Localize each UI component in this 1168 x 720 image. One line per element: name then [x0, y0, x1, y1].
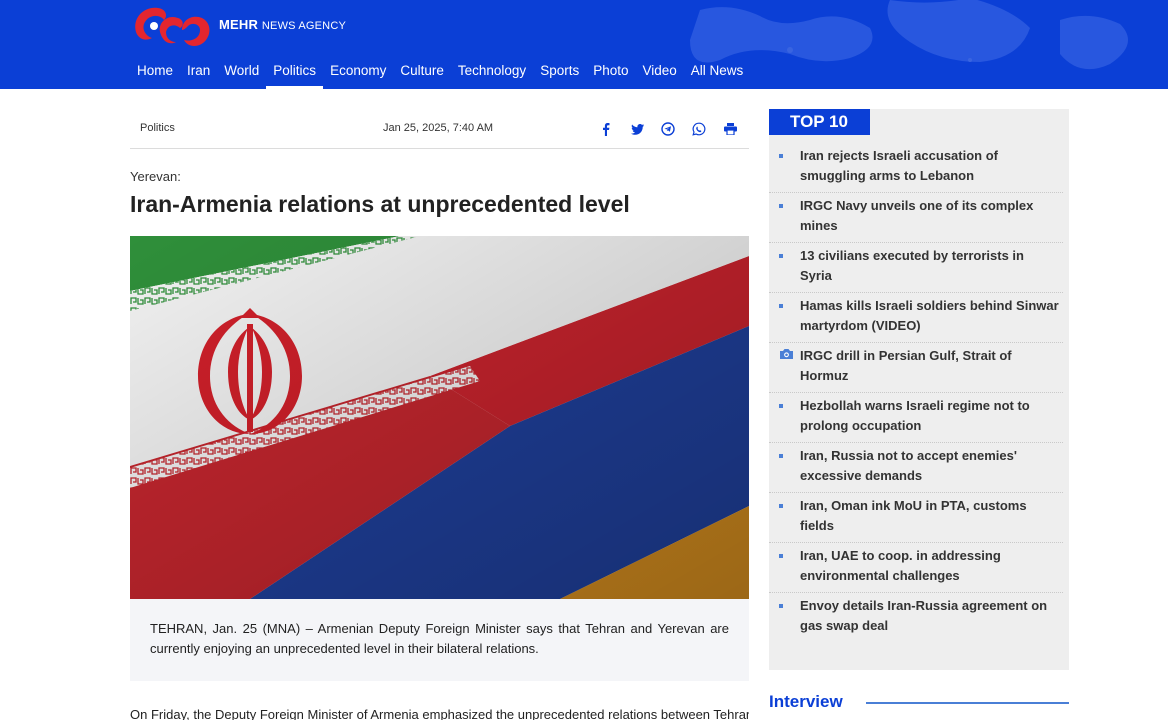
top10-item[interactable]: Iran, Russia not to accept enemies' exce…: [769, 443, 1063, 493]
nav-culture[interactable]: Culture: [393, 56, 451, 89]
interview-heading[interactable]: Interview: [769, 692, 843, 712]
top10-item[interactable]: Envoy details Iran-Russia agreement on g…: [769, 593, 1063, 642]
nav-economy[interactable]: Economy: [323, 56, 393, 89]
bullet-icon: [779, 454, 783, 458]
top10-item[interactable]: Iran rejects Israeli accusation of smugg…: [769, 143, 1063, 193]
article-body: On Friday, the Deputy Foreign Minister o…: [130, 707, 749, 720]
brand-name[interactable]: MEHR NEWS AGENCY: [219, 17, 346, 32]
bullet-icon: [779, 154, 783, 158]
bullet-icon: [779, 304, 783, 308]
top10-item[interactable]: Hezbollah warns Israeli regime not to pr…: [769, 393, 1063, 443]
article-dateline: Yerevan:: [130, 169, 181, 184]
twitter-icon[interactable]: [628, 120, 646, 138]
nav-photo[interactable]: Photo: [586, 56, 635, 89]
whatsapp-icon[interactable]: [690, 120, 708, 138]
top10-item[interactable]: Iran, UAE to coop. in addressing environ…: [769, 543, 1063, 593]
nav-world[interactable]: World: [217, 56, 266, 89]
top10-list: Iran rejects Israeli accusation of smugg…: [769, 143, 1069, 642]
interview-divider: [866, 702, 1069, 704]
nav-all-news[interactable]: All News: [684, 56, 751, 89]
nav-sports[interactable]: Sports: [533, 56, 586, 89]
top10-heading: TOP 10: [769, 109, 870, 135]
telegram-icon[interactable]: [659, 120, 677, 138]
nav-video[interactable]: Video: [636, 56, 684, 89]
nav-home[interactable]: Home: [130, 56, 180, 89]
article-lead: TEHRAN, Jan. 25 (MNA) – Armenian Deputy …: [130, 599, 749, 681]
top10-item[interactable]: Iran, Oman ink MoU in PTA, customs field…: [769, 493, 1063, 543]
top10-item[interactable]: IRGC drill in Persian Gulf, Strait of Ho…: [769, 343, 1063, 393]
article-category[interactable]: Politics: [140, 122, 175, 134]
facebook-icon[interactable]: [597, 120, 615, 138]
article-hero-image: [130, 236, 749, 599]
bullet-icon: [779, 554, 783, 558]
top10-item[interactable]: 13 civilians executed by terrorists in S…: [769, 243, 1063, 293]
article-date: Jan 25, 2025, 7:40 AM: [383, 122, 494, 134]
camera-icon: [780, 349, 793, 359]
mehr-logo[interactable]: [130, 2, 214, 50]
bullet-icon: [779, 204, 783, 208]
article-title: Iran-Armenia relations at unprecedented …: [130, 191, 630, 217]
bullet-icon: [779, 404, 783, 408]
article-meta-bar: Politics Jan 25, 2025, 7:40 AM: [130, 108, 749, 149]
bullet-icon: [779, 604, 783, 608]
main-nav: Home Iran World Politics Economy Culture…: [130, 56, 750, 89]
site-header: MEHR NEWS AGENCY Home Iran World Politic…: [0, 0, 1168, 89]
nav-politics[interactable]: Politics: [266, 56, 324, 89]
bullet-icon: [779, 254, 783, 258]
top10-sidebar: TOP 10 Iran rejects Israeli accusation o…: [769, 109, 1069, 670]
bullet-icon: [779, 504, 783, 508]
top10-item[interactable]: Hamas kills Israeli soldiers behind Sinw…: [769, 293, 1063, 343]
nav-technology[interactable]: Technology: [451, 56, 533, 89]
top10-item[interactable]: IRGC Navy unveils one of its complex min…: [769, 193, 1063, 243]
print-icon[interactable]: [721, 120, 739, 138]
nav-iran[interactable]: Iran: [180, 56, 217, 89]
